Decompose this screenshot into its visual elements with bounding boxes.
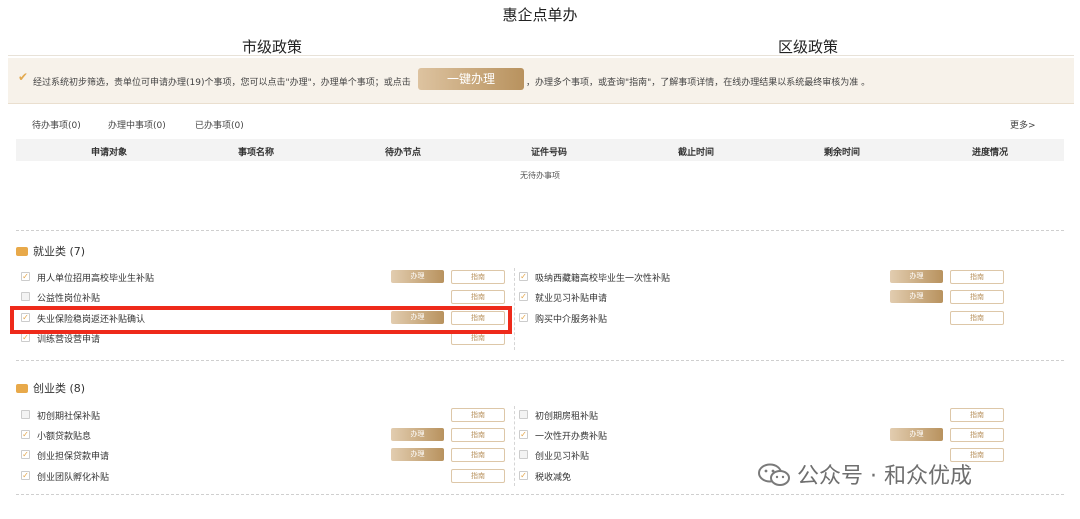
column-divider xyxy=(514,406,515,486)
column-header: 申请对象 xyxy=(90,148,128,158)
item-checkbox[interactable]: ✓ xyxy=(21,333,30,342)
item-checkbox[interactable]: ✓ xyxy=(21,272,30,281)
table-header: 申请对象 事项名称 待办节点 证件号码 截止时间 剩余时间 进度情况 xyxy=(16,139,1064,161)
item-label: 就业见习补贴申请 xyxy=(535,294,608,304)
notice-banner: ✔ 经过系统初步筛选，贵单位可申请办理(19)个事项，您可以点击"办理"，办理单… xyxy=(8,58,1074,104)
category-title-text: 创业类 (8) xyxy=(33,382,86,395)
subtab-done[interactable]: 已办事项(0) xyxy=(195,118,244,131)
category-employment-title: 就业类 (7) xyxy=(16,243,85,259)
item-checkbox[interactable]: ✓ xyxy=(21,430,30,439)
item-checkbox[interactable]: ✓ xyxy=(519,292,528,301)
policy-item: 初创期房租补贴 指南 xyxy=(519,408,1009,422)
guide-button[interactable]: 指南 xyxy=(451,448,505,462)
item-label: 公益性岗位补贴 xyxy=(37,294,101,304)
policy-item: ✓ 购买中介服务补贴 指南 xyxy=(519,311,1009,325)
guide-button[interactable]: 指南 xyxy=(950,270,1004,284)
item-checkbox[interactable] xyxy=(21,410,30,419)
section-divider xyxy=(16,360,1064,361)
policy-item: ✓ 创业团队孵化补贴 指南 xyxy=(21,469,505,483)
more-link[interactable]: 更多> xyxy=(1010,118,1036,131)
section-divider xyxy=(16,494,1064,495)
guide-button[interactable]: 指南 xyxy=(950,408,1004,422)
policy-item: 公益性岗位补贴 指南 xyxy=(21,290,505,304)
column-header: 待办节点 xyxy=(384,148,422,158)
policy-item: ✓ 小额贷款贴息 办理 指南 xyxy=(21,428,505,442)
policy-item: ✓ 创业担保贷款申请 办理 指南 xyxy=(21,448,505,462)
store-icon xyxy=(16,384,28,393)
column-header: 进度情况 xyxy=(971,148,1009,158)
item-checkbox[interactable] xyxy=(519,410,528,419)
tab-district-policy[interactable]: 区级政策 xyxy=(778,36,838,57)
handle-button[interactable]: 办理 xyxy=(391,448,444,461)
tab-city-policy[interactable]: 市级政策 xyxy=(242,36,303,60)
category-entrepreneurship-title: 创业类 (8) xyxy=(16,380,85,396)
guide-button[interactable]: 指南 xyxy=(451,290,505,304)
item-checkbox[interactable]: ✓ xyxy=(519,313,528,322)
item-label: 初创期社保补贴 xyxy=(37,412,101,422)
empty-table-text: 无待办事项 xyxy=(520,171,560,180)
one-click-handle-button[interactable]: 一键办理 xyxy=(418,68,524,90)
item-checkbox[interactable]: ✓ xyxy=(519,430,528,439)
guide-button[interactable]: 指南 xyxy=(451,408,505,422)
item-label: 创业团队孵化补贴 xyxy=(37,473,110,483)
item-checkbox[interactable] xyxy=(21,292,30,301)
item-label: 小额贷款贴息 xyxy=(37,432,92,442)
item-label: 用人单位招用高校毕业生补贴 xyxy=(37,274,155,284)
policy-item: ✓ 吸纳西藏籍高校毕业生一次性补贴 办理 指南 xyxy=(519,270,1009,284)
item-label: 创业见习补贴 xyxy=(535,452,590,462)
item-checkbox[interactable]: ✓ xyxy=(519,471,528,480)
column-header: 事项名称 xyxy=(237,148,275,158)
guide-button[interactable]: 指南 xyxy=(950,428,1004,442)
section-divider xyxy=(16,230,1064,231)
subtab-pending[interactable]: 待办事项(0) xyxy=(32,118,81,131)
handle-button[interactable]: 办理 xyxy=(391,428,444,441)
watermark-text: 公众号 · 和众优成 xyxy=(797,464,972,489)
notice-text-after: ，办理多个事项，或查询"指南"，了解事项详情，在线办理结果以系统最终审核为准 。 xyxy=(526,78,871,88)
column-header: 截止时间 xyxy=(677,148,715,158)
column-divider xyxy=(514,268,515,350)
check-icon: ✔ xyxy=(18,70,29,84)
tabs-divider xyxy=(8,55,1074,56)
item-checkbox[interactable]: ✓ xyxy=(21,471,30,480)
guide-button[interactable]: 指南 xyxy=(950,290,1004,304)
wechat-icon xyxy=(758,463,790,486)
page-title: 惠企点单办 xyxy=(502,6,578,24)
guide-button[interactable]: 指南 xyxy=(451,428,505,442)
watermark: 公众号 · 和众优成 xyxy=(757,458,972,490)
policy-item: 初创期社保补贴 指南 xyxy=(21,408,505,422)
notice-text-before: 经过系统初步筛选，贵单位可申请办理(19)个事项，您可以点击"办理"，办理单个事… xyxy=(33,78,411,88)
item-label: 一次性开办费补贴 xyxy=(535,432,608,442)
briefcase-icon xyxy=(16,247,28,256)
item-label: 初创期房租补贴 xyxy=(535,412,599,422)
guide-button[interactable]: 指南 xyxy=(451,469,505,483)
column-header: 剩余时间 xyxy=(823,148,861,158)
item-checkbox[interactable] xyxy=(519,450,528,459)
guide-button[interactable]: 指南 xyxy=(950,311,1004,325)
handle-button[interactable]: 办理 xyxy=(890,428,943,441)
category-title-text: 就业类 (7) xyxy=(33,245,86,258)
policy-item: ✓ 就业见习补贴申请 办理 指南 xyxy=(519,290,1009,304)
policy-item: ✓ 一次性开办费补贴 办理 指南 xyxy=(519,428,1009,442)
item-label: 税收减免 xyxy=(535,473,572,483)
handle-button[interactable]: 办理 xyxy=(890,290,943,303)
policy-item: ✓ 用人单位招用高校毕业生补贴 办理 指南 xyxy=(21,270,505,284)
item-label: 购买中介服务补贴 xyxy=(535,315,608,325)
subtab-in-progress[interactable]: 办理中事项(0) xyxy=(108,118,166,131)
item-checkbox[interactable]: ✓ xyxy=(21,450,30,459)
red-highlight-box xyxy=(10,306,512,334)
item-label: 创业担保贷款申请 xyxy=(37,452,110,462)
column-header: 证件号码 xyxy=(530,148,568,158)
guide-button[interactable]: 指南 xyxy=(451,270,505,284)
item-checkbox[interactable]: ✓ xyxy=(519,272,528,281)
handle-button[interactable]: 办理 xyxy=(391,270,444,283)
handle-button[interactable]: 办理 xyxy=(890,270,943,283)
item-label: 吸纳西藏籍高校毕业生一次性补贴 xyxy=(535,274,671,284)
